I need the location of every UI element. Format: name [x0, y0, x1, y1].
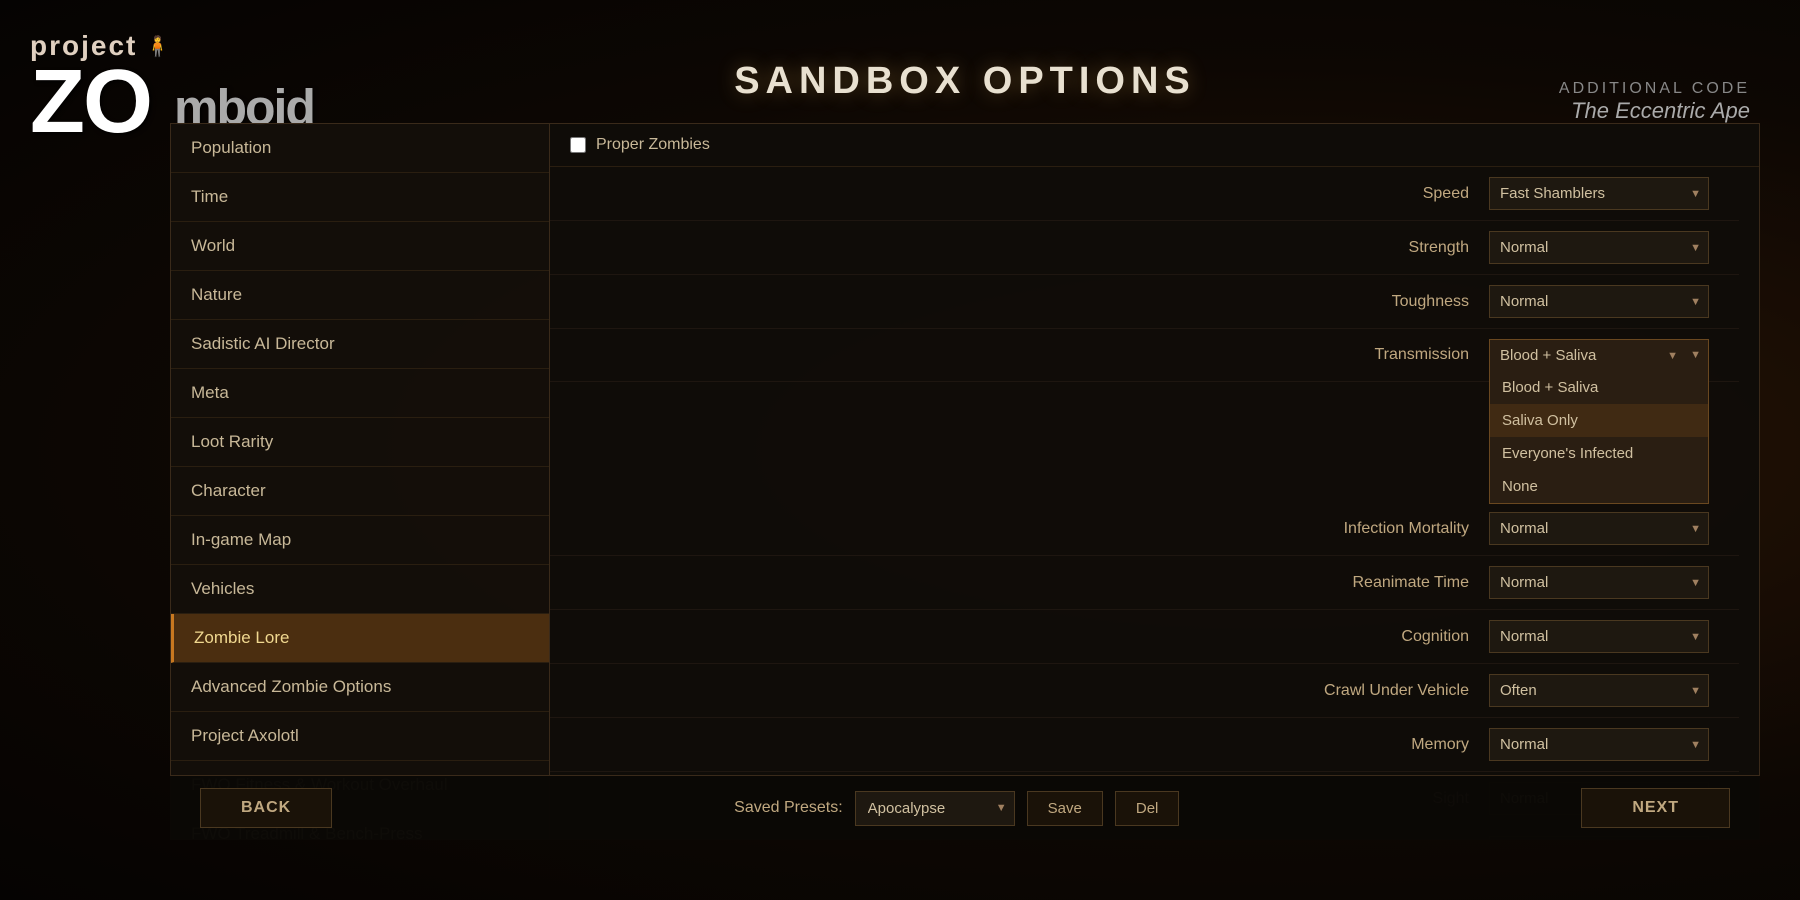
toughness-dropdown-wrapper: Normal Fragile Tough Supernatural: [1489, 285, 1709, 318]
infection-mortality-dropdown-wrapper: Normal None Low High: [1489, 512, 1709, 545]
transmission-option-everyones-infected[interactable]: Everyone's Infected: [1490, 437, 1708, 470]
infection-mortality-dropdown[interactable]: Normal None Low High: [1489, 512, 1709, 545]
cognition-dropdown[interactable]: Normal Navigate + Use Doors Navigate Bas…: [1489, 620, 1709, 653]
transmission-option-none[interactable]: None: [1490, 470, 1708, 503]
presets-area: Saved Presets: Apocalypse Survivor Begin…: [734, 791, 1179, 826]
save-button[interactable]: Save: [1027, 791, 1103, 826]
setting-row-reanimate-time: Reanimate Time Normal Instant 0-12 Hours…: [550, 556, 1739, 610]
reanimate-time-dropdown-wrapper: Normal Instant 0-12 Hours 2-3 Days: [1489, 566, 1709, 599]
strength-dropdown-wrapper: Normal Weak Strong Superhuman: [1489, 231, 1709, 264]
setting-control-speed: Fast Shamblers Shamblers Sprinters Norma…: [1489, 177, 1709, 210]
setting-label-transmission: Transmission: [570, 346, 1489, 364]
next-button[interactable]: NEXT: [1581, 788, 1730, 828]
setting-row-crawl-under-vehicle: Crawl Under Vehicle Often Rarely Never: [550, 664, 1739, 718]
toughness-dropdown[interactable]: Normal Fragile Tough Supernatural: [1489, 285, 1709, 318]
setting-row-speed: Speed Fast Shamblers Shamblers Sprinters…: [550, 167, 1739, 221]
setting-row-infection-mortality: Infection Mortality Normal None Low High: [550, 502, 1739, 556]
sidebar-item-meta[interactable]: Meta: [171, 369, 549, 418]
sidebar-item-advanced-zombie[interactable]: Advanced Zombie Options: [171, 663, 549, 712]
presets-dropdown[interactable]: Apocalypse Survivor Beginner: [855, 791, 1015, 826]
transmission-option-saliva-only[interactable]: Saliva Only: [1490, 404, 1708, 437]
setting-label-speed: Speed: [570, 185, 1489, 203]
setting-label-toughness: Toughness: [570, 293, 1489, 311]
setting-label-reanimate-time: Reanimate Time: [570, 574, 1489, 592]
transmission-dropdown-wrapper: Blood + Saliva ▼ Blood + Saliva Saliva O…: [1489, 339, 1709, 371]
proper-zombies-label[interactable]: Proper Zombies: [596, 136, 710, 154]
memory-dropdown-wrapper: Normal None Short Long: [1489, 728, 1709, 761]
sidebar-item-project-axolotl[interactable]: Project Axolotl: [171, 712, 549, 761]
crawl-under-vehicle-dropdown[interactable]: Often Rarely Never: [1489, 674, 1709, 707]
cognition-dropdown-wrapper: Normal Navigate + Use Doors Navigate Bas…: [1489, 620, 1709, 653]
setting-control-strength: Normal Weak Strong Superhuman: [1489, 231, 1709, 264]
sidebar-item-nature[interactable]: Nature: [171, 271, 549, 320]
bottom-bar: BACK Saved Presets: Apocalypse Survivor …: [170, 775, 1760, 840]
setting-row-strength: Strength Normal Weak Strong Superhuman: [550, 221, 1739, 275]
strength-dropdown[interactable]: Normal Weak Strong Superhuman: [1489, 231, 1709, 264]
crawl-under-vehicle-dropdown-wrapper: Often Rarely Never: [1489, 674, 1709, 707]
sidebar-item-zombie-lore[interactable]: Zombie Lore: [171, 614, 549, 663]
settings-scroll[interactable]: Speed Fast Shamblers Shamblers Sprinters…: [550, 167, 1759, 839]
sidebar: Population Time World Nature Sadistic AI…: [170, 123, 550, 840]
setting-row-cognition: Cognition Normal Navigate + Use Doors Na…: [550, 610, 1739, 664]
sidebar-item-time[interactable]: Time: [171, 173, 549, 222]
content-area: Population Time World Nature Sadistic AI…: [170, 123, 1760, 840]
sidebar-item-population[interactable]: Population: [171, 124, 549, 173]
transmission-current-value: Blood + Saliva: [1500, 347, 1596, 364]
setting-control-reanimate-time: Normal Instant 0-12 Hours 2-3 Days: [1489, 566, 1709, 599]
setting-row-memory: Memory Normal None Short Long: [550, 718, 1739, 772]
setting-control-transmission: Blood + Saliva ▼ Blood + Saliva Saliva O…: [1489, 339, 1709, 371]
setting-control-toughness: Normal Fragile Tough Supernatural: [1489, 285, 1709, 318]
reanimate-time-dropdown[interactable]: Normal Instant 0-12 Hours 2-3 Days: [1489, 566, 1709, 599]
setting-label-memory: Memory: [570, 736, 1489, 754]
transmission-dropdown-menu: Blood + Saliva Saliva Only Everyone's In…: [1489, 371, 1709, 504]
logo-zomboid-text: ZO: [30, 52, 151, 152]
memory-dropdown[interactable]: Normal None Short Long: [1489, 728, 1709, 761]
setting-row-toughness: Toughness Normal Fragile Tough Supernatu…: [550, 275, 1739, 329]
proper-zombies-row: Proper Zombies: [550, 124, 1759, 167]
transmission-option-blood-saliva[interactable]: Blood + Saliva: [1490, 371, 1708, 404]
setting-label-cognition: Cognition: [570, 628, 1489, 646]
sidebar-item-in-game-map[interactable]: In-game Map: [171, 516, 549, 565]
setting-control-memory: Normal None Short Long: [1489, 728, 1709, 761]
setting-control-cognition: Normal Navigate + Use Doors Navigate Bas…: [1489, 620, 1709, 653]
presets-label: Saved Presets:: [734, 799, 843, 817]
setting-label-strength: Strength: [570, 239, 1489, 257]
back-button[interactable]: BACK: [200, 788, 332, 828]
presets-dropdown-wrapper: Apocalypse Survivor Beginner: [855, 791, 1015, 826]
setting-control-infection-mortality: Normal None Low High: [1489, 512, 1709, 545]
sidebar-item-world[interactable]: World: [171, 222, 549, 271]
transmission-arrow-icon: ▼: [1667, 350, 1678, 362]
setting-row-transmission: Transmission Blood + Saliva ▼ Blood + Sa…: [550, 329, 1739, 382]
setting-label-crawl-under-vehicle: Crawl Under Vehicle: [570, 682, 1489, 700]
setting-label-infection-mortality: Infection Mortality: [570, 520, 1489, 538]
sidebar-item-character[interactable]: Character: [171, 467, 549, 516]
main-panel: Proper Zombies Speed Fast Shamblers Sham…: [550, 123, 1760, 840]
page-title: SANDBOX OPTIONS: [170, 60, 1760, 103]
proper-zombies-checkbox[interactable]: [570, 137, 586, 153]
sidebar-item-loot-rarity[interactable]: Loot Rarity: [171, 418, 549, 467]
main-container: SANDBOX OPTIONS Population Time World Na…: [170, 60, 1760, 840]
speed-dropdown-wrapper: Fast Shamblers Shamblers Sprinters Norma…: [1489, 177, 1709, 210]
speed-dropdown[interactable]: Fast Shamblers Shamblers Sprinters Norma…: [1489, 177, 1709, 210]
del-button[interactable]: Del: [1115, 791, 1180, 826]
transmission-dropdown-display[interactable]: Blood + Saliva ▼: [1489, 339, 1709, 371]
setting-control-crawl-under-vehicle: Often Rarely Never: [1489, 674, 1709, 707]
sidebar-item-vehicles[interactable]: Vehicles: [171, 565, 549, 614]
sidebar-item-sadistic-ai[interactable]: Sadistic AI Director: [171, 320, 549, 369]
